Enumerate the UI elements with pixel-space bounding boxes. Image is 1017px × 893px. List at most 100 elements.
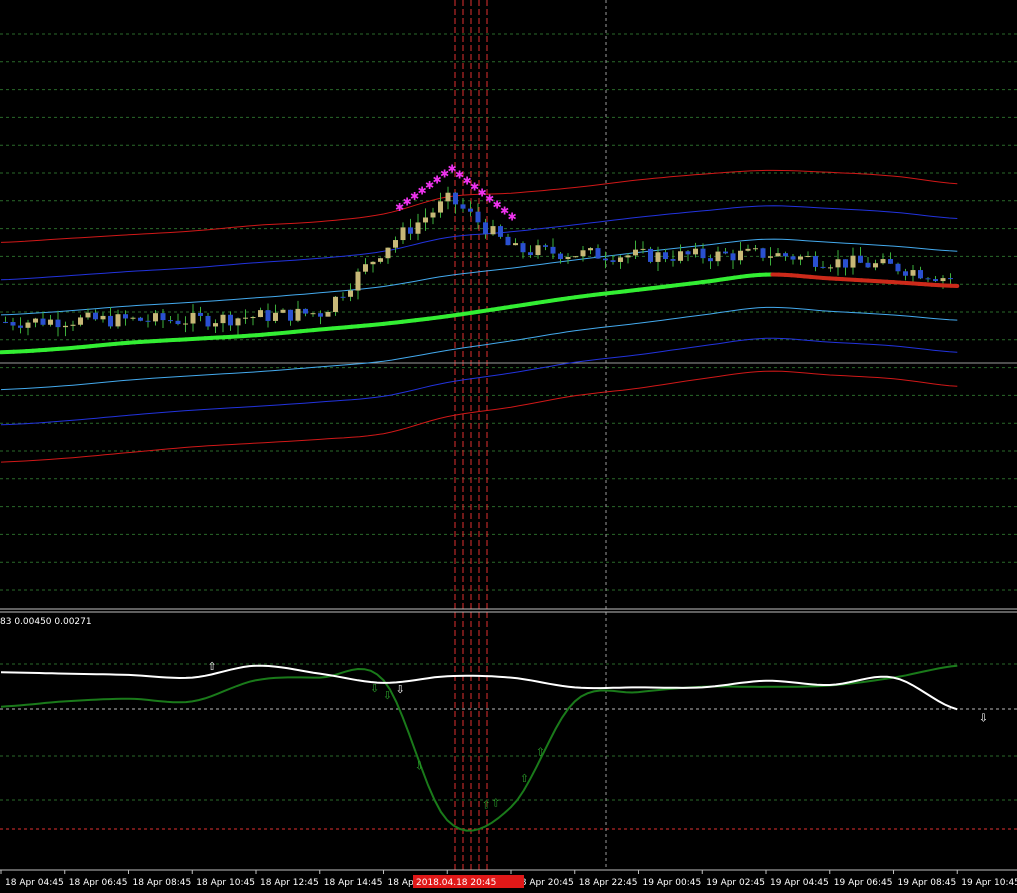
candle-body bbox=[663, 252, 668, 260]
candle-body bbox=[670, 259, 676, 261]
down-arrow-icon: ⇩ bbox=[370, 682, 379, 695]
candle-body bbox=[48, 319, 53, 325]
candle-body bbox=[258, 310, 263, 318]
candle-body bbox=[925, 278, 931, 280]
candle-body bbox=[693, 248, 698, 255]
time-label: 18 Apr 06:45 bbox=[69, 878, 128, 888]
candle-body bbox=[768, 256, 773, 258]
candle-body bbox=[895, 263, 901, 272]
candle-body bbox=[243, 317, 248, 319]
candle-body bbox=[760, 248, 766, 258]
candle-body bbox=[535, 245, 541, 256]
up-arrow-icon: ⇧ bbox=[207, 660, 216, 673]
candle-body bbox=[310, 313, 316, 315]
up-arrow-icon: ⇧ bbox=[536, 746, 545, 759]
candle-body bbox=[520, 243, 526, 253]
candle-body bbox=[123, 314, 128, 319]
candle-body bbox=[558, 253, 563, 260]
candle-body bbox=[625, 255, 631, 258]
candle-body bbox=[130, 317, 136, 319]
candle-body bbox=[790, 256, 796, 260]
candle-body bbox=[640, 248, 646, 250]
candle-body bbox=[55, 319, 61, 328]
candle-body bbox=[483, 222, 488, 235]
candle-body bbox=[63, 325, 68, 328]
candle-body bbox=[513, 243, 518, 246]
candle-body bbox=[528, 252, 533, 256]
time-label: 18 Apr 10:45 bbox=[196, 878, 255, 888]
candle-body bbox=[453, 192, 458, 205]
candle-body bbox=[190, 312, 196, 324]
candle-body bbox=[798, 256, 803, 260]
candle-body bbox=[273, 312, 278, 321]
candle-body bbox=[505, 236, 511, 246]
time-label: 19 Apr 10:45 bbox=[961, 878, 1017, 888]
candle-body bbox=[775, 253, 781, 257]
down-arrow-icon: ⇩ bbox=[395, 683, 404, 696]
candle-body bbox=[250, 317, 256, 319]
candle-body bbox=[580, 250, 586, 257]
candle-body bbox=[723, 251, 728, 254]
time-label: 18 Apr 04:45 bbox=[5, 878, 64, 888]
candle-body bbox=[565, 256, 571, 260]
candle-body bbox=[738, 250, 743, 261]
candle-body bbox=[100, 315, 106, 320]
candle-body bbox=[295, 308, 301, 321]
candle-body bbox=[880, 259, 886, 264]
candle-body bbox=[235, 318, 241, 326]
candle-body bbox=[573, 256, 578, 258]
candle-body bbox=[700, 248, 706, 259]
candle-body bbox=[543, 245, 548, 247]
time-label: 19 Apr 06:45 bbox=[834, 878, 893, 888]
up-arrow-icon: ⇧ bbox=[491, 796, 500, 809]
time-label: 19 Apr 02:45 bbox=[706, 878, 765, 888]
candle-body bbox=[25, 322, 31, 328]
candle-body bbox=[865, 262, 871, 268]
highlight-label: 2018.04.18 20:45 bbox=[416, 878, 496, 888]
candle-body bbox=[678, 251, 683, 261]
indicator-label: 83 0.00450 0.00271 bbox=[0, 617, 92, 627]
candle-body bbox=[618, 257, 623, 262]
candle-body bbox=[715, 251, 721, 262]
candle-body bbox=[175, 320, 181, 325]
candle-body bbox=[595, 248, 601, 259]
candle-body bbox=[730, 253, 736, 261]
candle-body bbox=[108, 315, 113, 327]
candle-body bbox=[888, 259, 893, 264]
trading-chart[interactable]: ✱✱✱✱✱✱✱✱✱✱✱✱✱✱✱✱ 83 0.00450 0.00271 ⇧⇩⇩⇩… bbox=[0, 0, 1017, 893]
candle-body bbox=[745, 248, 751, 251]
time-label: 18 Apr 12:45 bbox=[260, 878, 319, 888]
candle-body bbox=[813, 256, 818, 267]
candle-body bbox=[70, 324, 76, 326]
candle-body bbox=[378, 258, 383, 262]
candle-body bbox=[10, 322, 16, 326]
candle-body bbox=[205, 315, 211, 327]
candle-body bbox=[40, 318, 46, 325]
candle-body bbox=[78, 317, 83, 325]
candle-body bbox=[183, 323, 188, 325]
candle-body bbox=[858, 255, 863, 263]
candle-body bbox=[843, 259, 848, 268]
down-arrow-icon: ⇩ bbox=[415, 759, 424, 772]
candle-body bbox=[325, 311, 331, 317]
candle-body bbox=[18, 325, 23, 328]
candle-body bbox=[153, 313, 158, 322]
down-arrow-icon: ⇩ bbox=[383, 689, 392, 702]
time-label: 19 Apr 08:45 bbox=[898, 878, 957, 888]
candle-body bbox=[145, 320, 151, 322]
candle-body bbox=[355, 271, 361, 291]
candle-body bbox=[445, 192, 451, 202]
candle-body bbox=[655, 252, 661, 262]
candle-body bbox=[835, 259, 841, 268]
candle-body bbox=[918, 270, 923, 279]
time-label: 18 Apr 22:45 bbox=[579, 878, 638, 888]
candle-body bbox=[873, 263, 878, 268]
candle-body bbox=[160, 313, 166, 321]
candle-body bbox=[280, 309, 286, 313]
candle-body bbox=[415, 222, 421, 234]
candle-body bbox=[610, 260, 616, 262]
candle-body bbox=[220, 314, 226, 324]
candle-body bbox=[393, 240, 398, 248]
candle-body bbox=[423, 217, 428, 223]
candle-body bbox=[685, 251, 691, 255]
